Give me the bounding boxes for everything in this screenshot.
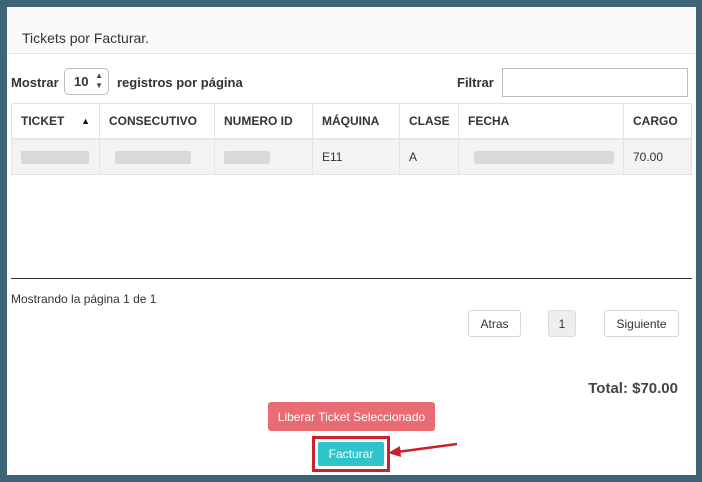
col-header-label: MÁQUINA <box>322 114 380 128</box>
col-header-fecha[interactable]: FECHA <box>459 104 624 138</box>
page-length-value: 10 <box>74 74 89 89</box>
panel-title: Tickets por Facturar. <box>22 30 150 46</box>
cell-consecutivo <box>100 140 215 174</box>
next-page-button[interactable]: Siguiente <box>604 310 679 337</box>
col-header-maquina[interactable]: MÁQUINA <box>313 104 400 138</box>
col-header-cargo[interactable]: CARGO <box>624 104 691 138</box>
col-header-label: CONSECUTIVO <box>109 114 198 128</box>
col-header-label: NUMERO ID <box>224 114 293 128</box>
filter-label: Filtrar <box>457 75 494 90</box>
tickets-panel: Tickets por Facturar. Mostrar 10 ▲ ▼ regi… <box>7 7 696 475</box>
total-amount: Total: $70.00 <box>588 380 678 397</box>
col-header-label: CLASE <box>409 114 450 128</box>
col-header-label: FECHA <box>468 114 510 128</box>
col-header-label: CARGO <box>633 114 678 128</box>
col-header-label: TICKET <box>21 114 65 128</box>
col-header-ticket[interactable]: TICKET ▲ <box>12 104 100 138</box>
table-bottom-divider <box>11 278 692 279</box>
col-header-numero-id[interactable]: NUMERO ID <box>215 104 313 138</box>
cell-ticket <box>12 140 100 174</box>
table-header: TICKET ▲ CONSECUTIVO NUMERO ID MÁQUINA C… <box>12 104 691 140</box>
col-header-consecutivo[interactable]: CONSECUTIVO <box>100 104 215 138</box>
tickets-table: TICKET ▲ CONSECUTIVO NUMERO ID MÁQUINA C… <box>11 103 692 175</box>
redacted-value <box>115 150 191 164</box>
show-label: Mostrar <box>11 75 59 90</box>
page-length-select[interactable]: 10 ▲ ▼ <box>64 68 109 95</box>
records-per-page-label: registros por página <box>117 75 243 90</box>
previous-page-button[interactable]: Atras <box>468 310 521 337</box>
cell-maquina: E11 <box>313 140 400 174</box>
invoice-button[interactable]: Facturar <box>318 442 384 466</box>
redacted-value <box>474 150 614 164</box>
cell-cargo: 70.00 <box>633 150 664 164</box>
pagination-info: Mostrando la página 1 de 1 <box>11 292 157 306</box>
select-arrows-icon: ▲ ▼ <box>95 71 103 90</box>
current-page-button[interactable]: 1 <box>548 310 576 337</box>
cell-numero-id <box>215 140 313 174</box>
release-ticket-button[interactable]: Liberar Ticket Seleccionado <box>268 402 435 431</box>
cell-clase: A <box>400 140 459 174</box>
redacted-value <box>21 150 89 164</box>
table-row[interactable]: E11 A 70.00 <box>12 140 691 174</box>
pointer-arrow-icon <box>388 442 458 457</box>
cell-fecha <box>459 140 624 174</box>
sort-ascending-icon: ▲ <box>81 116 90 126</box>
col-header-clase[interactable]: CLASE <box>400 104 459 138</box>
filter-input[interactable] <box>502 68 688 97</box>
redacted-value <box>224 150 270 164</box>
